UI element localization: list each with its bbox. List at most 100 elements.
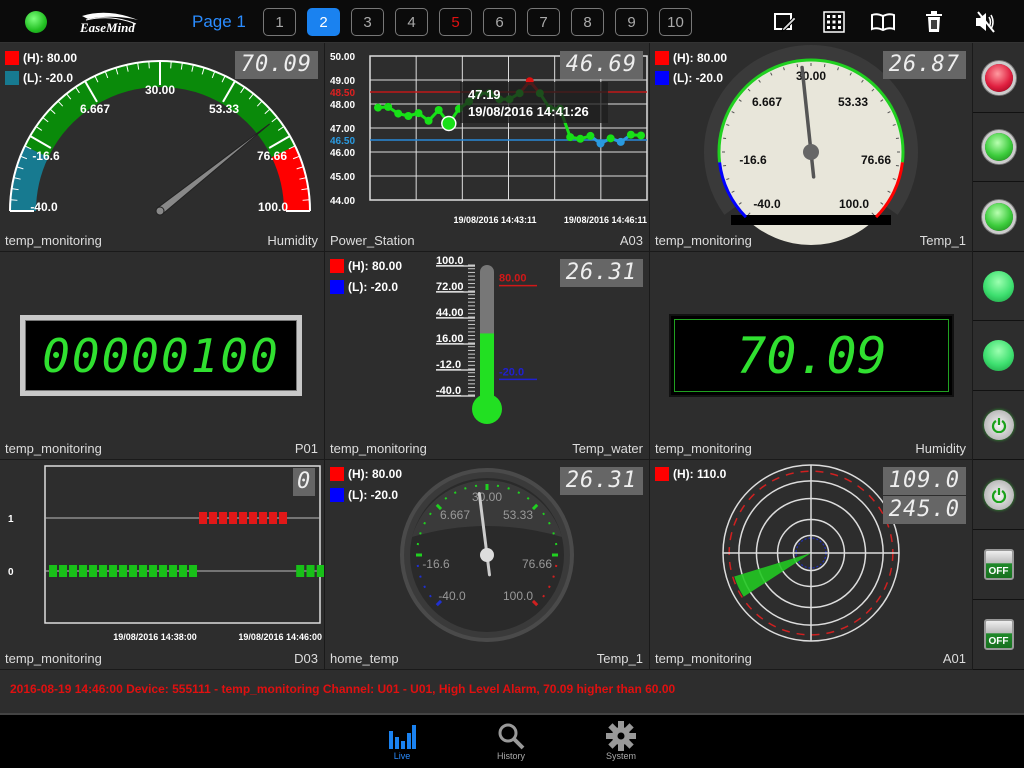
page-button-1[interactable]: 1 xyxy=(263,8,296,36)
dial-base xyxy=(731,215,891,225)
gauge-panel-humidity[interactable]: (H): 80.00 (L): -20.0 70.09 -40.0 -16.6 6.… xyxy=(0,43,325,252)
high-mark-label: 80.00 xyxy=(499,273,527,285)
indicator-2[interactable] xyxy=(973,113,1024,182)
device-name: temp_monitoring xyxy=(330,441,427,456)
selected-point xyxy=(441,115,457,132)
y-tick-label: 48.50 xyxy=(330,88,355,99)
counter-value: 00000100 xyxy=(42,328,280,383)
dial-panel-temp1[interactable]: (H): 80.00 (L): -20.0 -40.0 -16.6 6.667 30.… xyxy=(650,43,973,252)
digital-state-chart: 1 0 19/08/2016 14:38:00 19/08/2016 14:46:00 xyxy=(8,465,324,642)
tick xyxy=(419,575,422,578)
page-button-7[interactable]: 7 xyxy=(527,8,560,36)
layout-grid-button[interactable] xyxy=(821,9,847,35)
y-tick-label: 46.50 xyxy=(330,136,355,147)
display-panel-humidity[interactable]: 70.09 temp_monitoring Humidity xyxy=(650,252,973,460)
green-led-icon xyxy=(984,202,1013,231)
state-mark xyxy=(99,565,107,577)
data-point xyxy=(374,103,382,112)
page-button-2[interactable]: 2 xyxy=(307,8,340,36)
off-switch: OFF xyxy=(983,549,1014,580)
thermometer-panel-water[interactable]: (H): 80.00 (L): -20.0 100.0 72.00 44.00 16.… xyxy=(325,252,650,460)
state-mark xyxy=(269,512,277,524)
switch-2[interactable]: OFF xyxy=(973,600,1024,670)
tab-live[interactable]: Live xyxy=(372,721,432,761)
green-lamp-icon xyxy=(983,270,1014,302)
state-mark xyxy=(189,565,197,577)
indicator-3[interactable] xyxy=(973,182,1024,252)
device-name: temp_monitoring xyxy=(655,651,752,666)
device-name: temp_monitoring xyxy=(5,441,102,456)
data-point xyxy=(404,112,413,120)
needle-hub xyxy=(480,548,494,562)
digital-trend-panel-d03[interactable]: 1 0 19/08/2016 14:38:00 19/08/2016 14:46:00… xyxy=(0,460,325,670)
page-button-10[interactable]: 10 xyxy=(659,8,692,36)
digital-display: 70.09 xyxy=(669,314,954,397)
power-toggle-2[interactable] xyxy=(973,460,1024,530)
state-mark xyxy=(249,512,257,524)
data-point xyxy=(434,106,443,114)
red-led-icon xyxy=(984,63,1013,92)
semicircle-gauge: -40.0 -16.6 6.667 30.00 53.33 76.66 100.0 xyxy=(9,60,311,216)
state-mark xyxy=(139,565,147,577)
display-frame xyxy=(674,319,949,392)
tick xyxy=(517,491,521,494)
page-button-5[interactable]: 5 xyxy=(439,8,472,36)
magnitude-readout: 109.0 xyxy=(882,467,966,495)
power-toggle-1[interactable] xyxy=(973,391,1024,460)
tick-label: 100.0 xyxy=(503,589,533,603)
radar-panel-a01[interactable]: (H): 110.0 109.0 245.0 temp_monitoring A… xyxy=(650,460,973,670)
page-button-8[interactable]: 8 xyxy=(571,8,604,36)
tick-label: 76.66 xyxy=(861,153,891,167)
delete-button[interactable] xyxy=(921,9,947,35)
tick-label: -16.6 xyxy=(739,153,767,167)
mute-button[interactable] xyxy=(972,9,998,35)
tick-label: -40.0 xyxy=(438,589,466,603)
dial-panel-home-temp[interactable]: (H): 80.00 (L): -20.0 -40.0 -16.6 6.667 30.… xyxy=(325,460,650,670)
tick xyxy=(464,487,467,490)
state-mark xyxy=(179,565,187,577)
state-mark xyxy=(209,512,217,524)
tab-system[interactable]: System xyxy=(591,721,651,761)
value-readout: 46.69 xyxy=(559,51,643,79)
book-icon xyxy=(871,13,895,32)
indicator-4[interactable] xyxy=(973,252,1024,321)
tick xyxy=(170,61,172,69)
state-mark xyxy=(219,512,227,524)
x-tick-label: 19/08/2016 14:46:11 xyxy=(564,215,647,225)
data-point xyxy=(616,137,625,146)
tab-label: History xyxy=(496,751,525,761)
tab-bar: Live History System xyxy=(0,717,1024,768)
tick xyxy=(552,532,555,535)
edit-button[interactable] xyxy=(772,9,798,35)
scale-label: 44.00 xyxy=(436,307,464,319)
tick xyxy=(10,199,18,201)
tick-label: 53.33 xyxy=(503,508,533,522)
channel-name: Temp_1 xyxy=(596,651,643,666)
page-button-3[interactable]: 3 xyxy=(351,8,384,36)
tick xyxy=(302,199,310,201)
tick xyxy=(444,496,448,500)
tick xyxy=(453,491,457,494)
device-name: home_temp xyxy=(330,651,399,666)
plot-frame xyxy=(44,465,321,624)
device-name: temp_monitoring xyxy=(5,233,102,248)
manual-button[interactable] xyxy=(870,9,896,35)
counter-panel-p01[interactable]: 00000100 temp_monitoring P01 xyxy=(0,252,325,460)
data-point xyxy=(424,116,433,125)
tick xyxy=(428,512,432,516)
state-mark xyxy=(199,512,207,524)
trend-panel-a03[interactable]: 50.00 49.00 48.50 48.00 47.00 46.50 46.00 45.00… xyxy=(325,43,650,252)
tab-history[interactable]: History xyxy=(481,721,541,761)
page-button-9[interactable]: 9 xyxy=(615,8,648,36)
indicator-1[interactable] xyxy=(973,43,1024,113)
page-button-6[interactable]: 6 xyxy=(483,8,516,36)
channel-name: D03 xyxy=(294,651,318,666)
switch-1[interactable]: OFF xyxy=(973,530,1024,600)
tick xyxy=(548,521,551,525)
page-button-4[interactable]: 4 xyxy=(395,8,428,36)
tooltip-time: 19/08/2016 14:41:26 xyxy=(468,104,589,119)
page-selector: 1 2 3 4 5 6 7 8 9 10 xyxy=(263,8,692,36)
state-mark xyxy=(316,565,324,577)
indicator-5[interactable] xyxy=(973,321,1024,391)
alarm-bar[interactable]: 2016-08-19 14:46:00 Device: 555111 - tem… xyxy=(0,670,1024,715)
